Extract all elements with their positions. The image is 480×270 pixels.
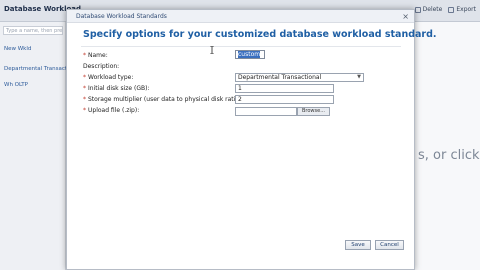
dialog-titlebar: Database Workload Standards × (67, 10, 414, 23)
browse-button[interactable]: Browse... (297, 107, 330, 116)
delete-action-label: Delete (422, 6, 443, 13)
app-actions: Delete Export (414, 6, 476, 13)
dialog-title: Database Workload Standards (76, 13, 167, 20)
name-label-text: Name: (88, 52, 108, 59)
sidebar-item-wh-oltp[interactable]: Wh OLTP (4, 82, 28, 88)
sidebar-item-new-wkld[interactable]: New Wkld (4, 46, 31, 52)
heading-divider (81, 46, 401, 47)
required-marker: * (83, 107, 86, 114)
initial-disk-size-label: * Initial disk size (GB): (83, 85, 150, 92)
dialog-heading: Specify options for your customized data… (83, 29, 437, 40)
initial-disk-size-label-text: Initial disk size (GB): (88, 85, 150, 92)
initial-disk-size-field[interactable]: 1 (235, 84, 334, 93)
save-button[interactable]: Save (345, 240, 371, 250)
workload-type-label-text: Workload type: (88, 74, 134, 81)
chevron-down-icon: ▼ (357, 74, 361, 80)
name-label: * Name: (83, 52, 108, 59)
delete-action[interactable]: Delete (414, 6, 443, 13)
upload-file-label-text: Upload file (.zip): (88, 107, 140, 114)
required-marker: * (83, 52, 86, 59)
workload-type-select[interactable]: Departmental Transactional ▼ (235, 73, 364, 82)
workload-type-value: Departmental Transactional (238, 74, 322, 81)
upload-file-field[interactable] (235, 107, 297, 116)
export-action-label: Export (456, 6, 476, 13)
app-main (415, 22, 480, 270)
main-hint-text: s, or click (418, 148, 480, 163)
export-action[interactable]: Export (448, 6, 476, 13)
cancel-button[interactable]: Cancel (375, 240, 404, 250)
description-label-text: Description: (83, 63, 120, 70)
app-sidebar: Type a name, then press Enter New Wkld D… (0, 22, 80, 270)
upload-file-label: * Upload file (.zip): (83, 107, 139, 114)
name-field-value: custom (238, 51, 261, 58)
workload-standard-dialog: Database Workload Standards × Specify op… (66, 9, 437, 270)
required-marker: * (83, 85, 86, 92)
required-marker: * (83, 96, 86, 103)
screen: Database Workload Delete Export Type a n… (0, 0, 480, 270)
trash-icon (414, 6, 421, 13)
storage-multiplier-label-text: Storage multiplier (user data to physica… (88, 96, 244, 103)
required-marker: * (83, 74, 86, 81)
export-icon (448, 6, 455, 13)
close-icon[interactable]: × (402, 12, 409, 21)
storage-multiplier-field[interactable]: 2 (235, 95, 334, 104)
name-field[interactable]: custom (235, 50, 265, 59)
sidebar-search-input[interactable]: Type a name, then press Enter (3, 26, 63, 35)
storage-multiplier-label: * Storage multiplier (user data to physic… (83, 96, 243, 103)
workload-type-label: * Workload type: (83, 74, 133, 81)
description-label: Description: (83, 63, 119, 70)
text-cursor-icon (210, 46, 214, 54)
